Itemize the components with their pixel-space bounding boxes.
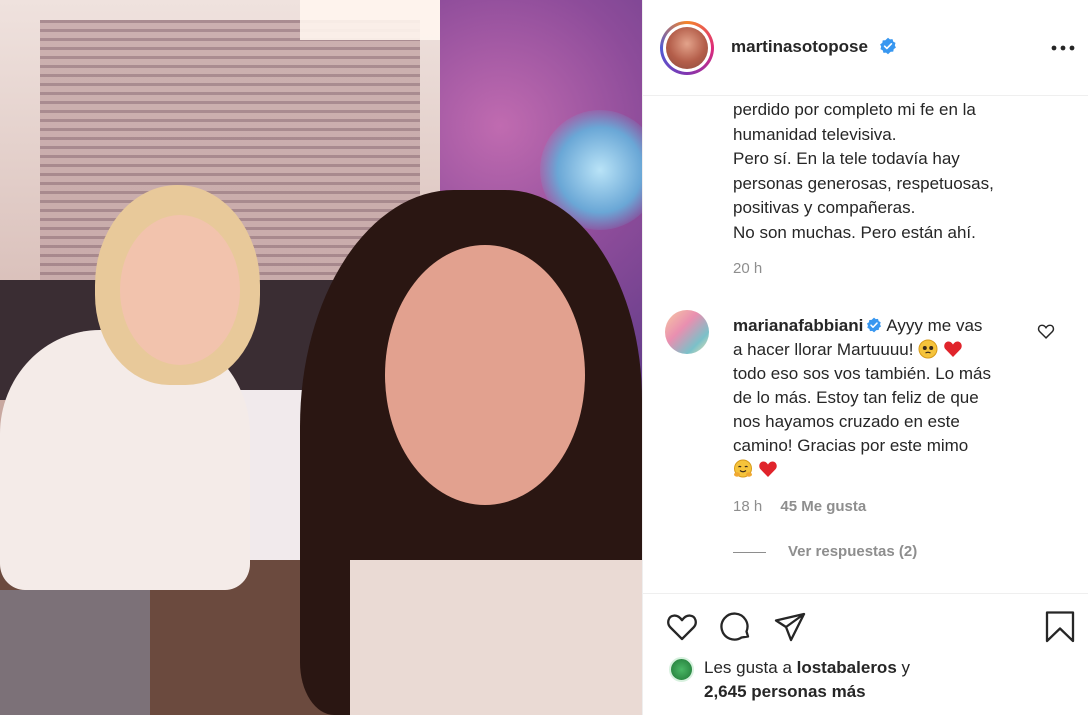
post-actions: Les gusta a lostabaleros y 2,645 persona… (643, 593, 1088, 715)
verified-badge-icon (867, 317, 882, 333)
caption-line: personas generosas, respetuosas, (733, 173, 994, 193)
comment-timestamp[interactable]: 18 h (733, 498, 762, 515)
caption-line: perdido por completo mi fe en la (733, 100, 976, 119)
comment-line: Ayyy me vas (886, 316, 983, 335)
comment-icon[interactable] (719, 610, 753, 644)
author-avatar[interactable] (660, 21, 714, 75)
red-heart-emoji-icon (759, 461, 777, 477)
hugging-face-emoji-icon (734, 459, 752, 478)
likes-summary: Les gusta a lostabaleros y (704, 658, 910, 678)
comment-like-heart-icon[interactable] (1037, 323, 1055, 339)
caption-timestamp[interactable]: 20 h (733, 260, 762, 277)
share-icon[interactable] (773, 610, 807, 644)
likes-prefix: Les gusta a (704, 658, 797, 677)
comment-line: de lo más. Estoy tan feliz de que (733, 388, 979, 407)
view-replies-button[interactable]: Ver respuestas (2) (733, 543, 917, 560)
comment-line: camino! Gracias por este mimo (733, 436, 969, 455)
comment-likes-count[interactable]: 45 Me gusta (780, 498, 866, 515)
bookmark-icon[interactable] (1043, 610, 1077, 644)
view-replies-label: Ver respuestas (2) (788, 543, 918, 560)
post-header: martinasotopose (643, 0, 1088, 96)
likes-suffix: y (896, 658, 911, 677)
post-photo[interactable] (0, 0, 642, 715)
heart-icon[interactable] (665, 610, 699, 644)
liker-avatar[interactable] (669, 657, 694, 682)
liker-username[interactable]: lostabaleros (797, 658, 897, 677)
caption-line: humanidad televisiva. (733, 124, 897, 144)
comment-meta: 18 h 45 Me gusta (733, 498, 866, 515)
caption-line: positivas y compañeras. (733, 198, 916, 217)
caption-line: Pero sí. En la tele todavía hay (733, 149, 960, 168)
comment-text: marianafabbiani Ayyy me vas a hacer llora… (733, 314, 1033, 482)
likes-others-count[interactable]: 2,645 personas más (704, 682, 866, 702)
commenter-username[interactable]: marianafabbiani (733, 316, 863, 335)
comments-area[interactable]: perdido por completo mi fe en la humanid… (643, 96, 1088, 592)
comment-line: nos hayamos cruzado en este (733, 412, 960, 431)
more-icon[interactable] (1051, 45, 1075, 51)
comment-line: todo eso sos vos también. Lo más (733, 364, 991, 383)
red-heart-emoji-icon (944, 341, 962, 357)
replies-divider (733, 551, 766, 553)
post-caption: perdido por completo mi fe en la humanid… (733, 98, 1073, 245)
commenter-avatar[interactable] (665, 310, 709, 354)
comment-line: a hacer llorar Martuuuu! (733, 340, 914, 359)
caption-line: No son muchas. Pero están ahí. (733, 222, 976, 242)
author-username[interactable]: martinasotopose (731, 37, 868, 57)
verified-badge-icon (880, 37, 896, 55)
post-side-panel: martinasotopose perdido por completo mi … (642, 0, 1088, 715)
pleading-face-emoji-icon (918, 339, 938, 359)
